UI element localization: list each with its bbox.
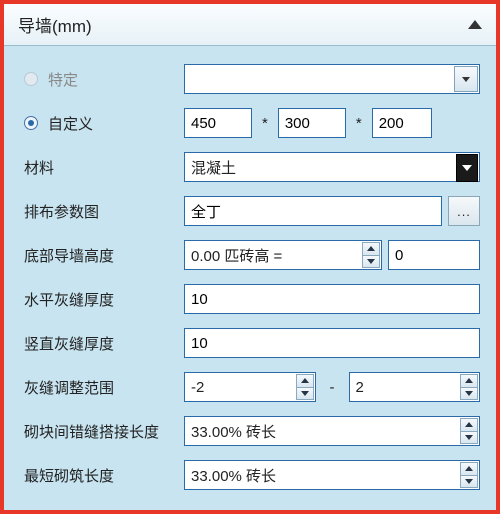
pattern-input[interactable] bbox=[184, 196, 442, 226]
bottom-height-spinner[interactable]: 0.00 匹砖高 = bbox=[184, 240, 382, 270]
pattern-label: 排布参数图 bbox=[24, 201, 99, 222]
custom-dim2-input[interactable] bbox=[278, 108, 346, 138]
spinner-down-icon[interactable] bbox=[460, 432, 478, 445]
stagger-label: 砌块间错缝搭接长度 bbox=[24, 421, 159, 442]
spinner-up-icon[interactable] bbox=[460, 418, 478, 432]
material-dropdown[interactable]: 混凝土 bbox=[184, 152, 480, 182]
spinner-down-icon[interactable] bbox=[460, 388, 478, 401]
spinner-down-icon[interactable] bbox=[296, 388, 314, 401]
specific-value bbox=[184, 64, 480, 94]
browse-button[interactable]: ... bbox=[448, 196, 480, 226]
custom-label: 自定义 bbox=[48, 113, 93, 134]
bottom-height-label: 底部导墙高度 bbox=[24, 245, 114, 266]
stagger-value: 33.00% 砖长 bbox=[191, 421, 276, 442]
adjust-label: 灰缝调整范围 bbox=[24, 377, 114, 398]
adjust-max-spinner[interactable]: 2 bbox=[349, 372, 481, 402]
material-label: 材料 bbox=[24, 157, 54, 178]
minlen-value: 33.00% 砖长 bbox=[191, 465, 276, 486]
adjust-min-spinner[interactable]: -2 bbox=[184, 372, 316, 402]
hjoint-input[interactable] bbox=[184, 284, 480, 314]
adjust-max-value: 2 bbox=[356, 379, 364, 396]
ellipsis-icon: ... bbox=[457, 204, 471, 219]
spinner-up-icon[interactable] bbox=[460, 462, 478, 476]
adjust-min-value: -2 bbox=[191, 379, 204, 396]
spinner-up-icon[interactable] bbox=[296, 374, 314, 388]
stagger-spinner[interactable]: 33.00% 砖长 bbox=[184, 416, 480, 446]
specific-label: 特定 bbox=[48, 69, 78, 90]
range-separator: - bbox=[322, 379, 343, 396]
minlen-spinner[interactable]: 33.00% 砖长 bbox=[184, 460, 480, 490]
custom-dim3-input[interactable] bbox=[372, 108, 432, 138]
spinner-up-icon[interactable] bbox=[460, 374, 478, 388]
bottom-height-value-input[interactable] bbox=[388, 240, 480, 270]
radio-specific[interactable] bbox=[24, 72, 38, 86]
chevron-up-icon bbox=[468, 20, 482, 29]
panel-header[interactable]: 导墙(mm) bbox=[4, 4, 496, 46]
hjoint-label: 水平灰缝厚度 bbox=[24, 289, 114, 310]
bottom-height-spin-text: 0.00 匹砖高 = bbox=[191, 245, 282, 266]
spinner-up-icon[interactable] bbox=[362, 242, 380, 256]
radio-custom[interactable] bbox=[24, 116, 38, 130]
star1: * bbox=[258, 115, 272, 132]
minlen-label: 最短砌筑长度 bbox=[24, 465, 114, 486]
vjoint-input[interactable] bbox=[184, 328, 480, 358]
vjoint-label: 竖直灰缝厚度 bbox=[24, 333, 114, 354]
panel-title: 导墙(mm) bbox=[18, 12, 92, 37]
specific-dropdown[interactable] bbox=[184, 64, 480, 94]
material-value: 混凝土 bbox=[185, 153, 479, 181]
spinner-down-icon[interactable] bbox=[460, 476, 478, 489]
custom-dim1-input[interactable] bbox=[184, 108, 252, 138]
dropdown-icon[interactable] bbox=[456, 154, 478, 182]
dropdown-icon[interactable] bbox=[454, 66, 478, 92]
spinner-down-icon[interactable] bbox=[362, 256, 380, 269]
star2: * bbox=[352, 115, 366, 132]
panel-body: 特定 自定义 * * bbox=[4, 46, 496, 500]
